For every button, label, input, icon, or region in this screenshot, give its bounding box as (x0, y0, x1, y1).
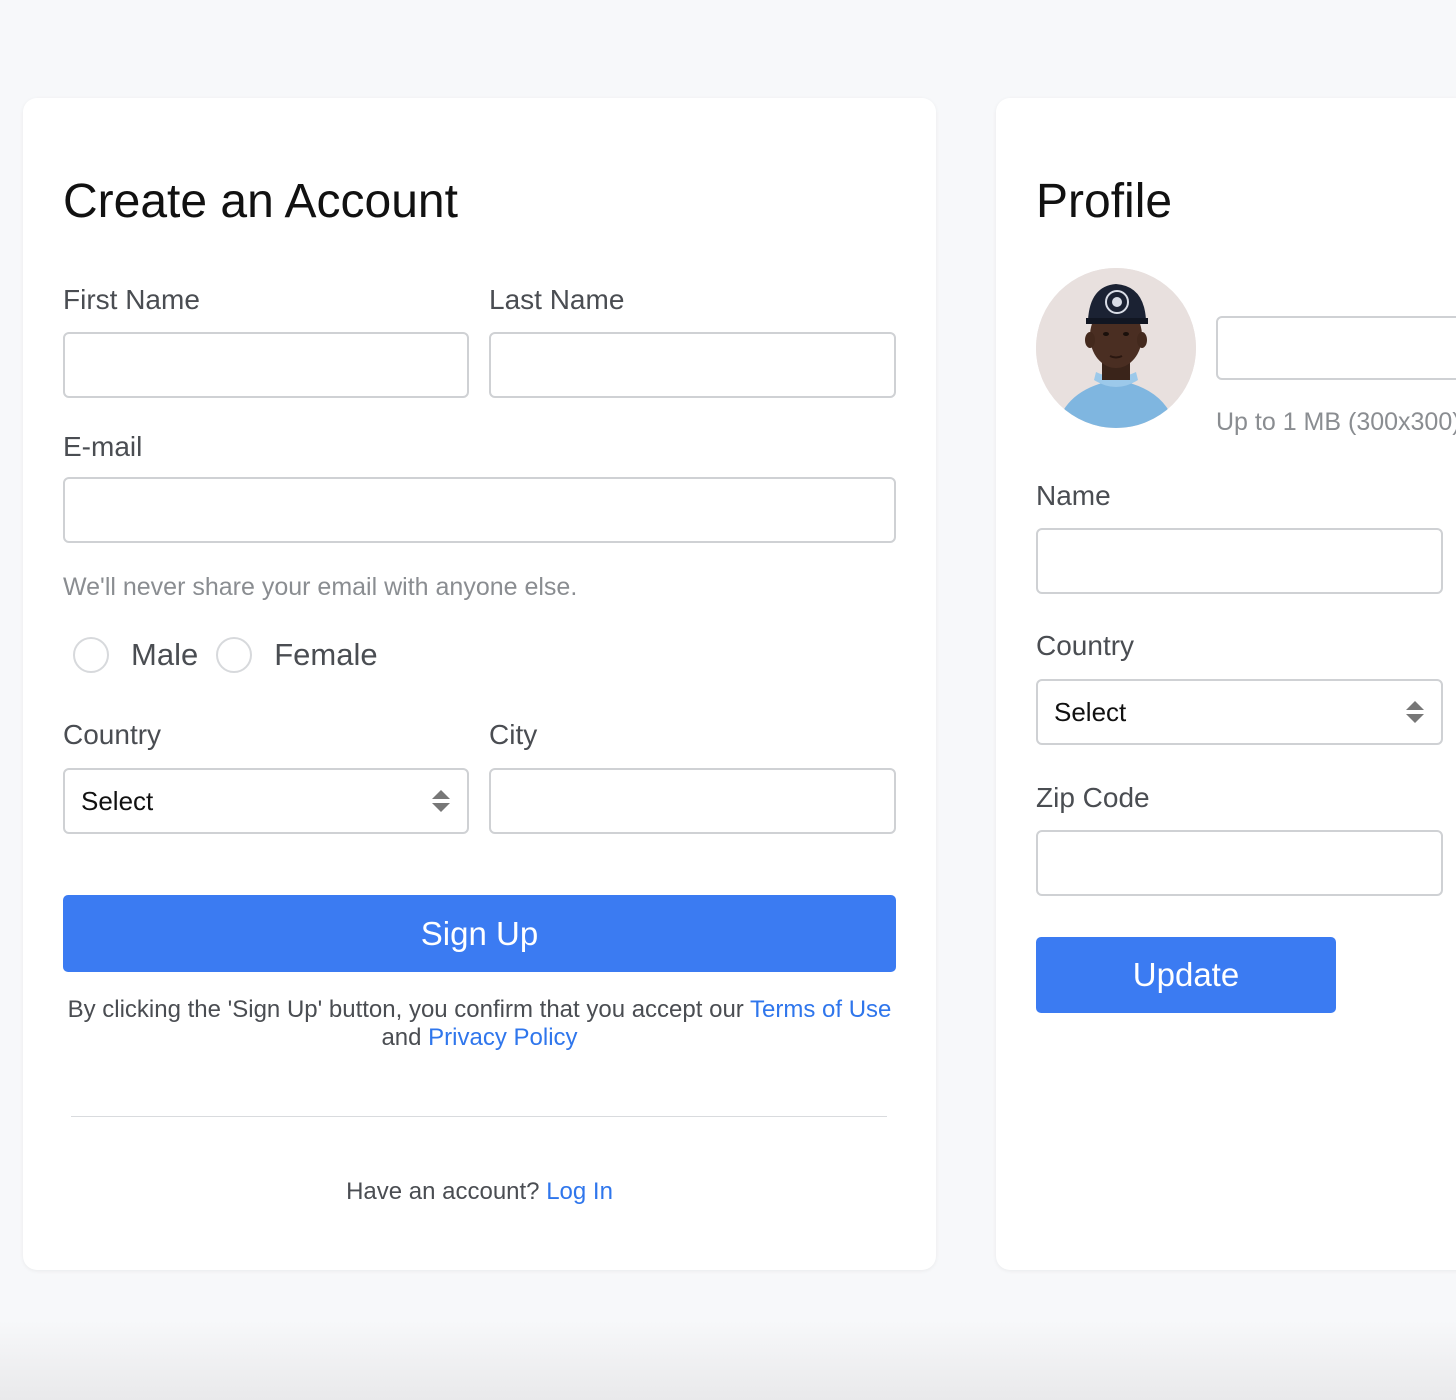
gender-radio-group: Male Female (73, 637, 378, 673)
have-account-text: Have an account? (346, 1178, 540, 1205)
login-link[interactable]: Log In (546, 1178, 613, 1205)
profile-card: Profile Up to 1 MB (300x300) Name Countr… (996, 98, 1456, 1270)
email-help-text: We'll never share your email with anyone… (63, 573, 578, 601)
city-label: City (489, 719, 538, 750)
zip-label: Zip Code (1036, 782, 1150, 813)
select-arrows-icon (1405, 698, 1425, 726)
avatar (1036, 268, 1196, 428)
first-name-input[interactable] (63, 332, 469, 398)
privacy-link[interactable]: Privacy Policy (428, 1024, 577, 1051)
login-prompt: Have an account? Log In (23, 1178, 936, 1206)
terms-link[interactable]: Terms of Use (750, 996, 891, 1023)
country-select[interactable]: Select (63, 768, 469, 834)
divider (71, 1116, 887, 1117)
signup-card: Create an Account First Name Last Name E… (23, 98, 936, 1270)
bottom-fade (0, 1320, 1456, 1400)
country-label: Country (63, 719, 162, 750)
legal-text: By clicking the 'Sign Up' button, you co… (63, 996, 896, 1052)
photo-upload-input[interactable] (1216, 316, 1456, 380)
male-radio[interactable] (73, 637, 109, 673)
last-name-label: Last Name (489, 284, 625, 315)
female-label: Female (274, 637, 378, 672)
legal-and: and (381, 1024, 422, 1051)
zip-input[interactable] (1036, 830, 1443, 896)
profile-country-select-value: Select (1054, 696, 1127, 727)
signup-title: Create an Account (63, 175, 458, 228)
first-name-label: First Name (63, 284, 200, 315)
legal-prefix: By clicking the 'Sign Up' button, you co… (67, 996, 744, 1023)
upload-hint: Up to 1 MB (300x300) (1216, 408, 1456, 436)
country-select-value: Select (81, 785, 154, 816)
name-input[interactable] (1036, 528, 1443, 594)
select-arrows-icon (431, 787, 451, 815)
city-input[interactable] (489, 768, 896, 834)
profile-title: Profile (1036, 175, 1173, 228)
profile-country-label: Country (1036, 630, 1135, 661)
update-button[interactable]: Update (1036, 937, 1336, 1013)
name-label: Name (1036, 480, 1111, 511)
female-radio[interactable] (216, 637, 253, 673)
email-label: E-mail (63, 431, 143, 462)
male-label: Male (131, 637, 199, 672)
signup-button[interactable]: Sign Up (63, 895, 896, 972)
last-name-input[interactable] (489, 332, 896, 398)
email-input[interactable] (63, 477, 896, 543)
profile-country-select[interactable]: Select (1036, 679, 1443, 745)
